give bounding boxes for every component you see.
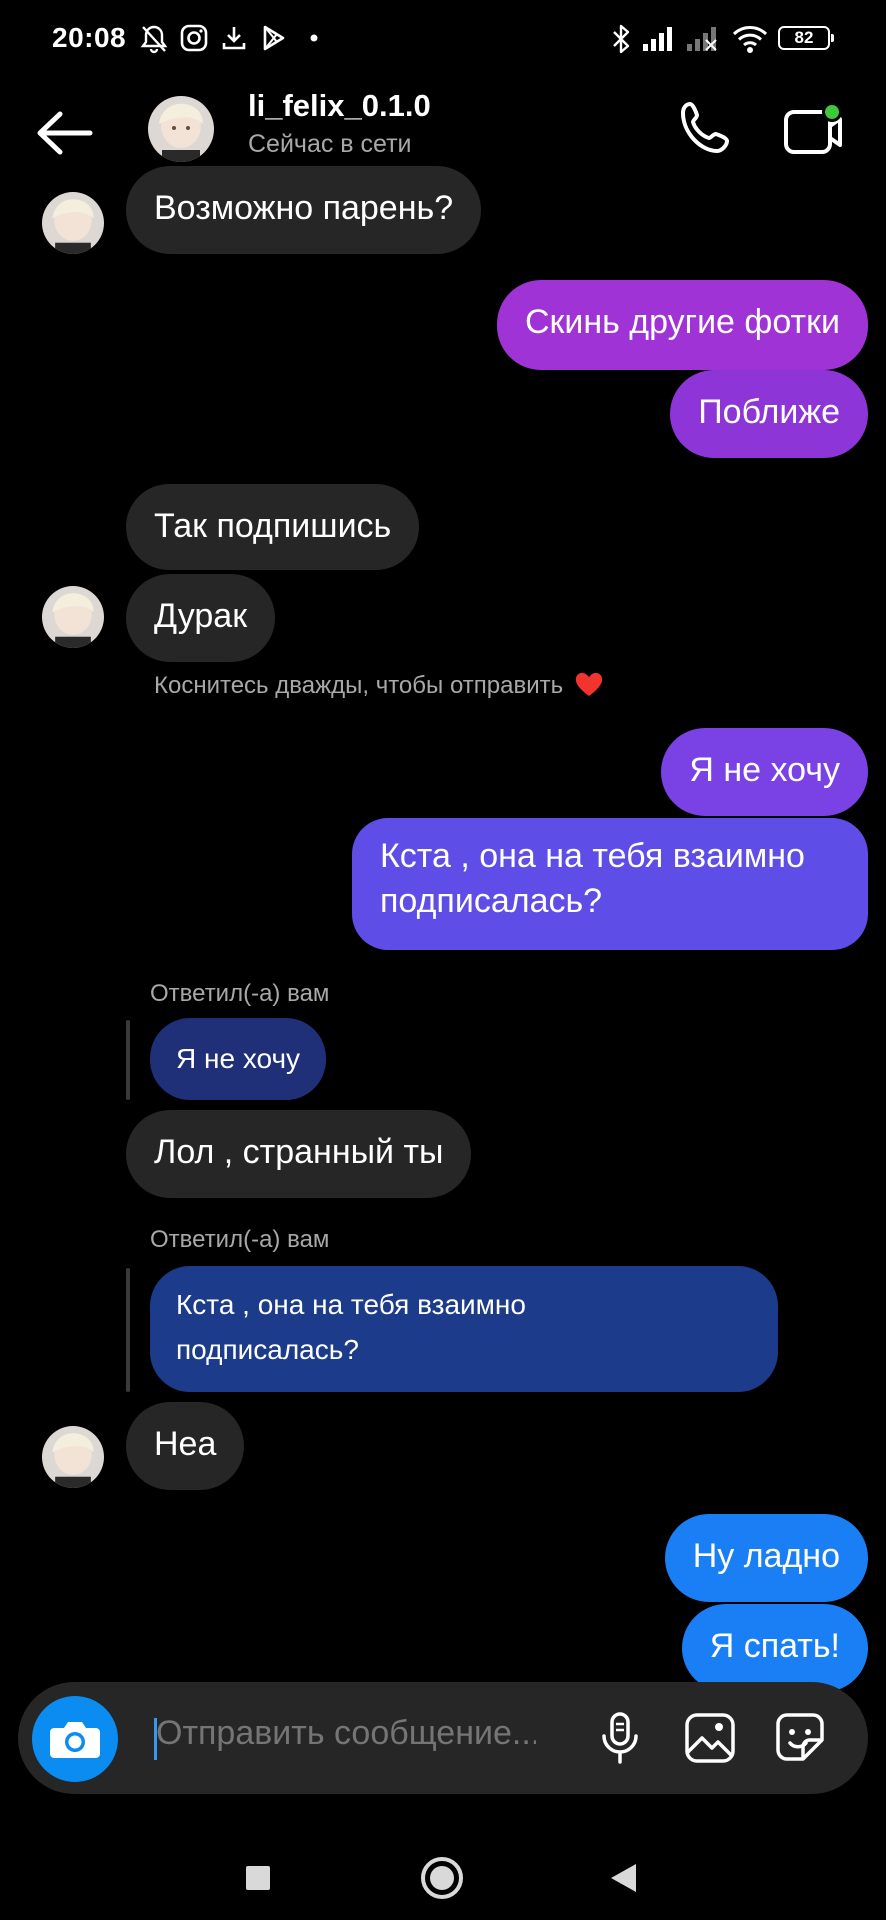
sender-avatar[interactable] [42,1426,104,1488]
status-time: 20:08 [52,22,127,53]
dot-icon [310,34,318,42]
incoming-message[interactable]: Неа [126,1402,245,1490]
chat-username[interactable]: li_felix_0.1.0 [248,88,431,124]
incoming-message[interactable]: Лол , странный ты [126,1110,472,1198]
system-nav-bar [0,1820,886,1920]
mute-bell-icon [140,25,168,54]
phone-icon[interactable] [676,98,736,158]
instagram-icon [180,24,208,52]
reply-bar [126,1020,130,1100]
back-arrow-icon[interactable] [34,108,94,158]
battery-indicator: 82 [778,26,834,50]
online-status: Сейчас в сети [248,130,412,158]
sender-avatar[interactable] [42,192,104,254]
message-composer [18,1682,868,1794]
double-tap-hint: Коснитесь дважды, чтобы отправить [154,670,604,700]
heart-icon [575,672,602,696]
quoted-message[interactable]: Я не хочу [150,1018,327,1100]
incoming-message[interactable]: Так подпишись [126,484,420,570]
sender-avatar[interactable] [42,586,104,648]
microphone-icon[interactable] [592,1710,648,1766]
reply-label: Ответил(-а) вам [150,1226,330,1253]
incoming-message[interactable]: Возможно парень? [126,166,482,254]
signal-icon [643,27,672,51]
wifi-icon [732,26,768,53]
sticker-icon[interactable] [772,1710,828,1766]
outgoing-message[interactable]: Кста , она на тебя взаимно подписалась? [352,818,868,950]
camera-icon [50,1722,100,1758]
reply-label: Ответил(-а) вам [150,980,330,1007]
camera-button[interactable] [32,1696,118,1782]
outgoing-message[interactable]: Я не хочу [661,728,868,816]
recents-square-icon[interactable] [244,1864,272,1892]
avatar[interactable] [148,96,214,162]
download-icon [222,27,246,50]
quoted-message[interactable]: Кста , она на тебя взаимно подписалась? [150,1266,778,1392]
message-input[interactable] [156,1714,536,1753]
back-triangle-icon[interactable] [608,1862,638,1894]
outgoing-message[interactable]: Ну ладно [664,1514,868,1602]
video-call-icon[interactable] [782,100,844,160]
incoming-message[interactable]: Дурак [126,574,276,662]
status-bar: 20:08 82 [0,0,886,78]
outgoing-message[interactable]: Я спать! [681,1604,868,1692]
double-tap-hint-text: Коснитесь дважды, чтобы отправить [154,672,564,699]
message-line: Кста , она на тебя взаимно [176,1289,526,1320]
outgoing-message[interactable]: Поближе [670,370,868,458]
reply-bar [126,1268,130,1392]
message-line: подписалась? [176,1334,359,1365]
message-line: подписалась? [380,882,603,920]
gallery-icon[interactable] [682,1710,738,1766]
message-line: Кста , она на тебя взаимно [380,837,805,875]
home-circle-icon[interactable] [420,1856,464,1900]
bluetooth-icon [613,24,630,54]
outgoing-message[interactable]: Скинь другие фотки [496,280,868,370]
signal-2-icon [687,27,717,51]
play-store-icon [263,25,285,51]
